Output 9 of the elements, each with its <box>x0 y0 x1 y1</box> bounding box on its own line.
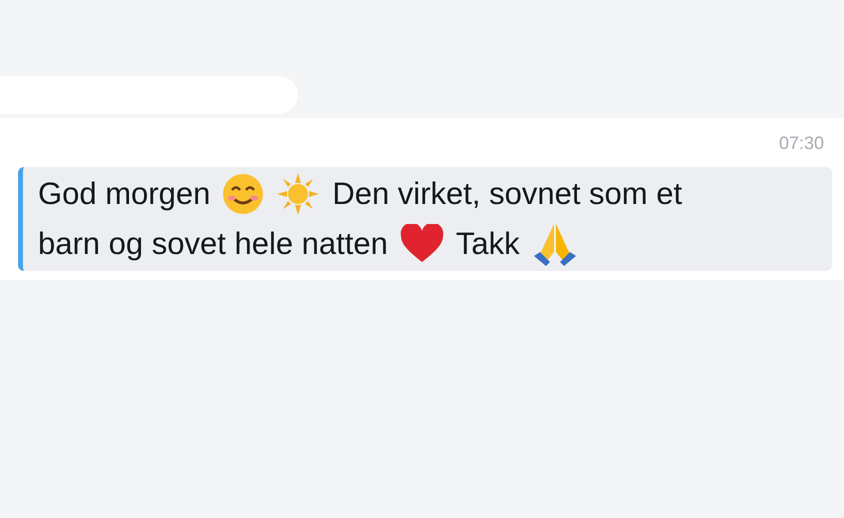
smiling-face-icon <box>222 173 264 215</box>
message-text: Takk <box>456 225 520 263</box>
message-text: barn og sovet hele natten <box>38 225 388 263</box>
message-text: Den virket, sovnet som et <box>332 175 682 213</box>
message-text: God morgen <box>38 175 210 213</box>
heart-icon <box>400 224 444 264</box>
sun-icon <box>276 172 320 216</box>
timestamp: 07:30 <box>778 132 824 155</box>
folded-hands-icon <box>532 222 578 266</box>
